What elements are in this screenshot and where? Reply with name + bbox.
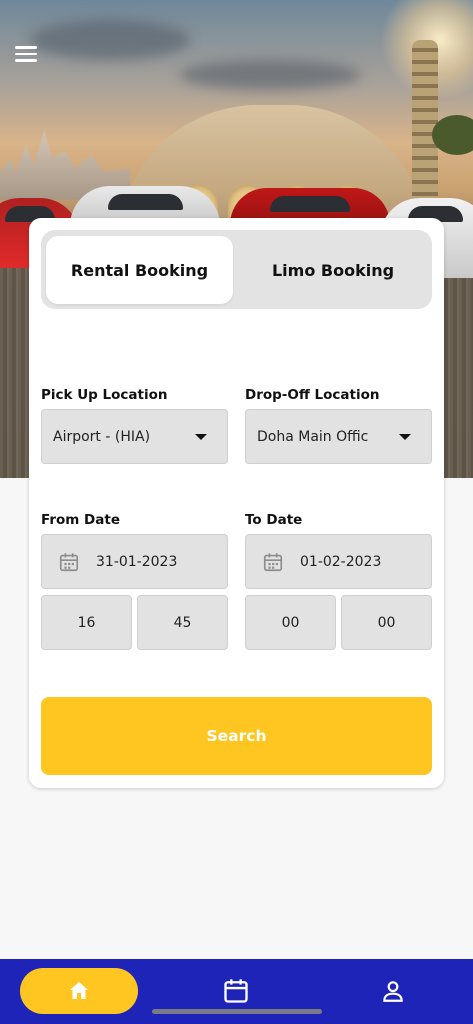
chevron-down-icon: [399, 433, 411, 440]
pickup-location-label: Pick Up Location: [41, 387, 168, 403]
from-date-value: 31-01-2023: [96, 553, 178, 570]
to-minute-field[interactable]: 00: [341, 595, 432, 650]
dropoff-location-select[interactable]: Doha Main Offic: [245, 409, 432, 464]
from-date-picker[interactable]: 31-01-2023: [41, 534, 228, 589]
home-indicator: [152, 1009, 322, 1014]
cloud: [30, 20, 190, 60]
from-hour-field[interactable]: 16: [41, 595, 132, 650]
calendar-icon[interactable]: [222, 977, 250, 1005]
to-hour-field[interactable]: 00: [245, 595, 336, 650]
cloud: [180, 60, 360, 90]
from-minute-field[interactable]: 45: [137, 595, 228, 650]
to-date-value: 01-02-2023: [300, 553, 382, 570]
dropoff-location-value: Doha Main Offic: [257, 428, 369, 445]
to-date-picker[interactable]: 01-02-2023: [245, 534, 432, 589]
hamburger-menu-icon[interactable]: [15, 46, 41, 66]
calendar-icon: [59, 552, 79, 571]
from-date-label: From Date: [41, 512, 120, 528]
dropoff-location-label: Drop-Off Location: [245, 387, 380, 403]
tab-rental-booking[interactable]: Rental Booking: [46, 236, 233, 304]
booking-tabs: Rental Booking Limo Booking: [41, 230, 432, 309]
chevron-down-icon: [195, 433, 207, 440]
tab-limo-booking[interactable]: Limo Booking: [240, 236, 426, 304]
pickup-location-value: Airport - (HIA): [53, 428, 151, 445]
palm-tree: [432, 115, 473, 155]
bottom-navigation: [0, 959, 473, 1024]
user-icon[interactable]: [380, 978, 406, 1004]
home-icon: [70, 982, 88, 999]
search-button[interactable]: Search: [41, 697, 432, 775]
pickup-location-select[interactable]: Airport - (HIA): [41, 409, 228, 464]
to-date-label: To Date: [245, 512, 303, 528]
nav-home-button[interactable]: [20, 968, 138, 1014]
booking-card: Rental Booking Limo Booking Pick Up Loca…: [29, 218, 444, 788]
calendar-icon: [263, 552, 283, 571]
tower: [412, 40, 438, 200]
